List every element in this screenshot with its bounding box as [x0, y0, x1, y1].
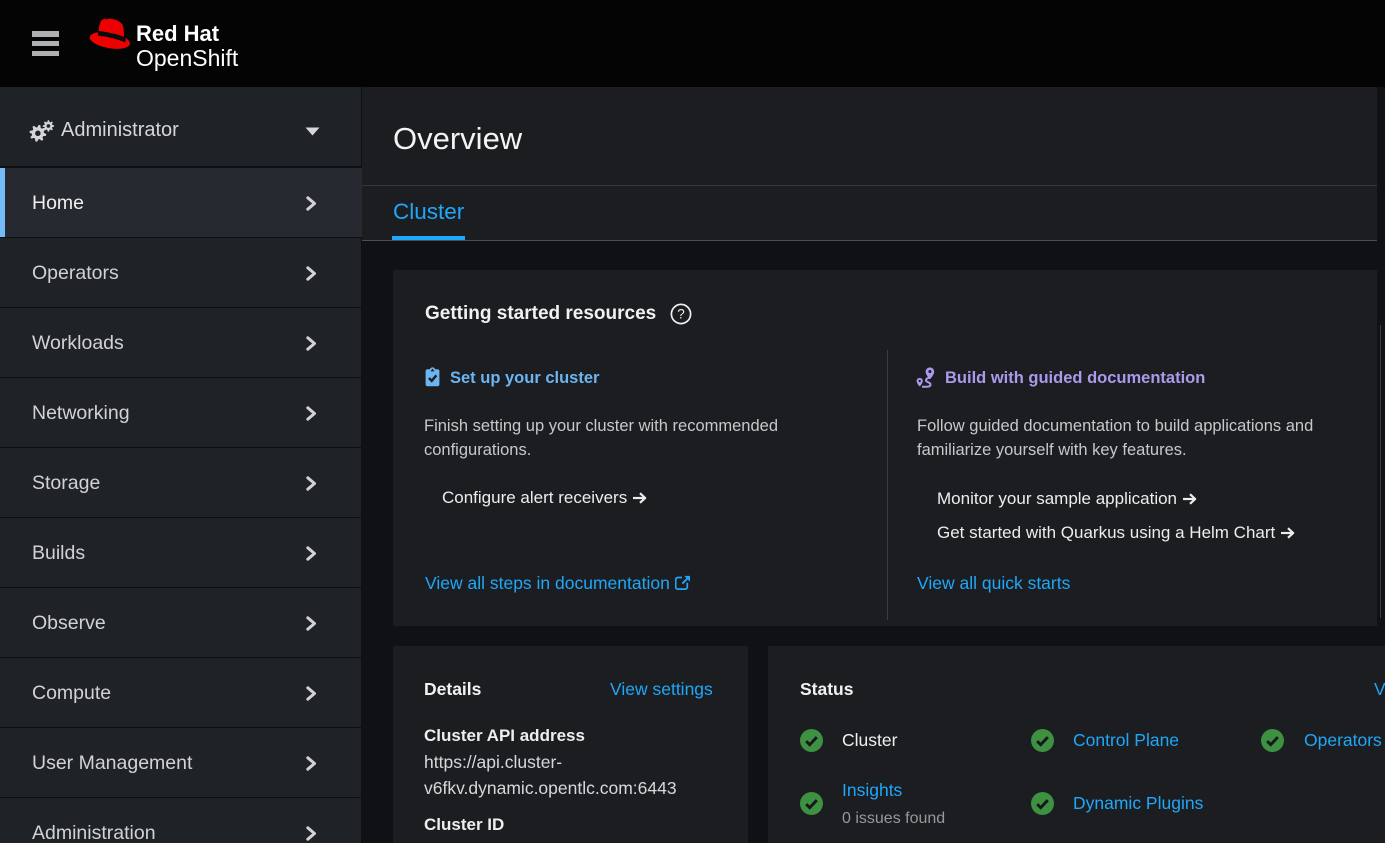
svg-text:?: ?: [677, 307, 685, 322]
